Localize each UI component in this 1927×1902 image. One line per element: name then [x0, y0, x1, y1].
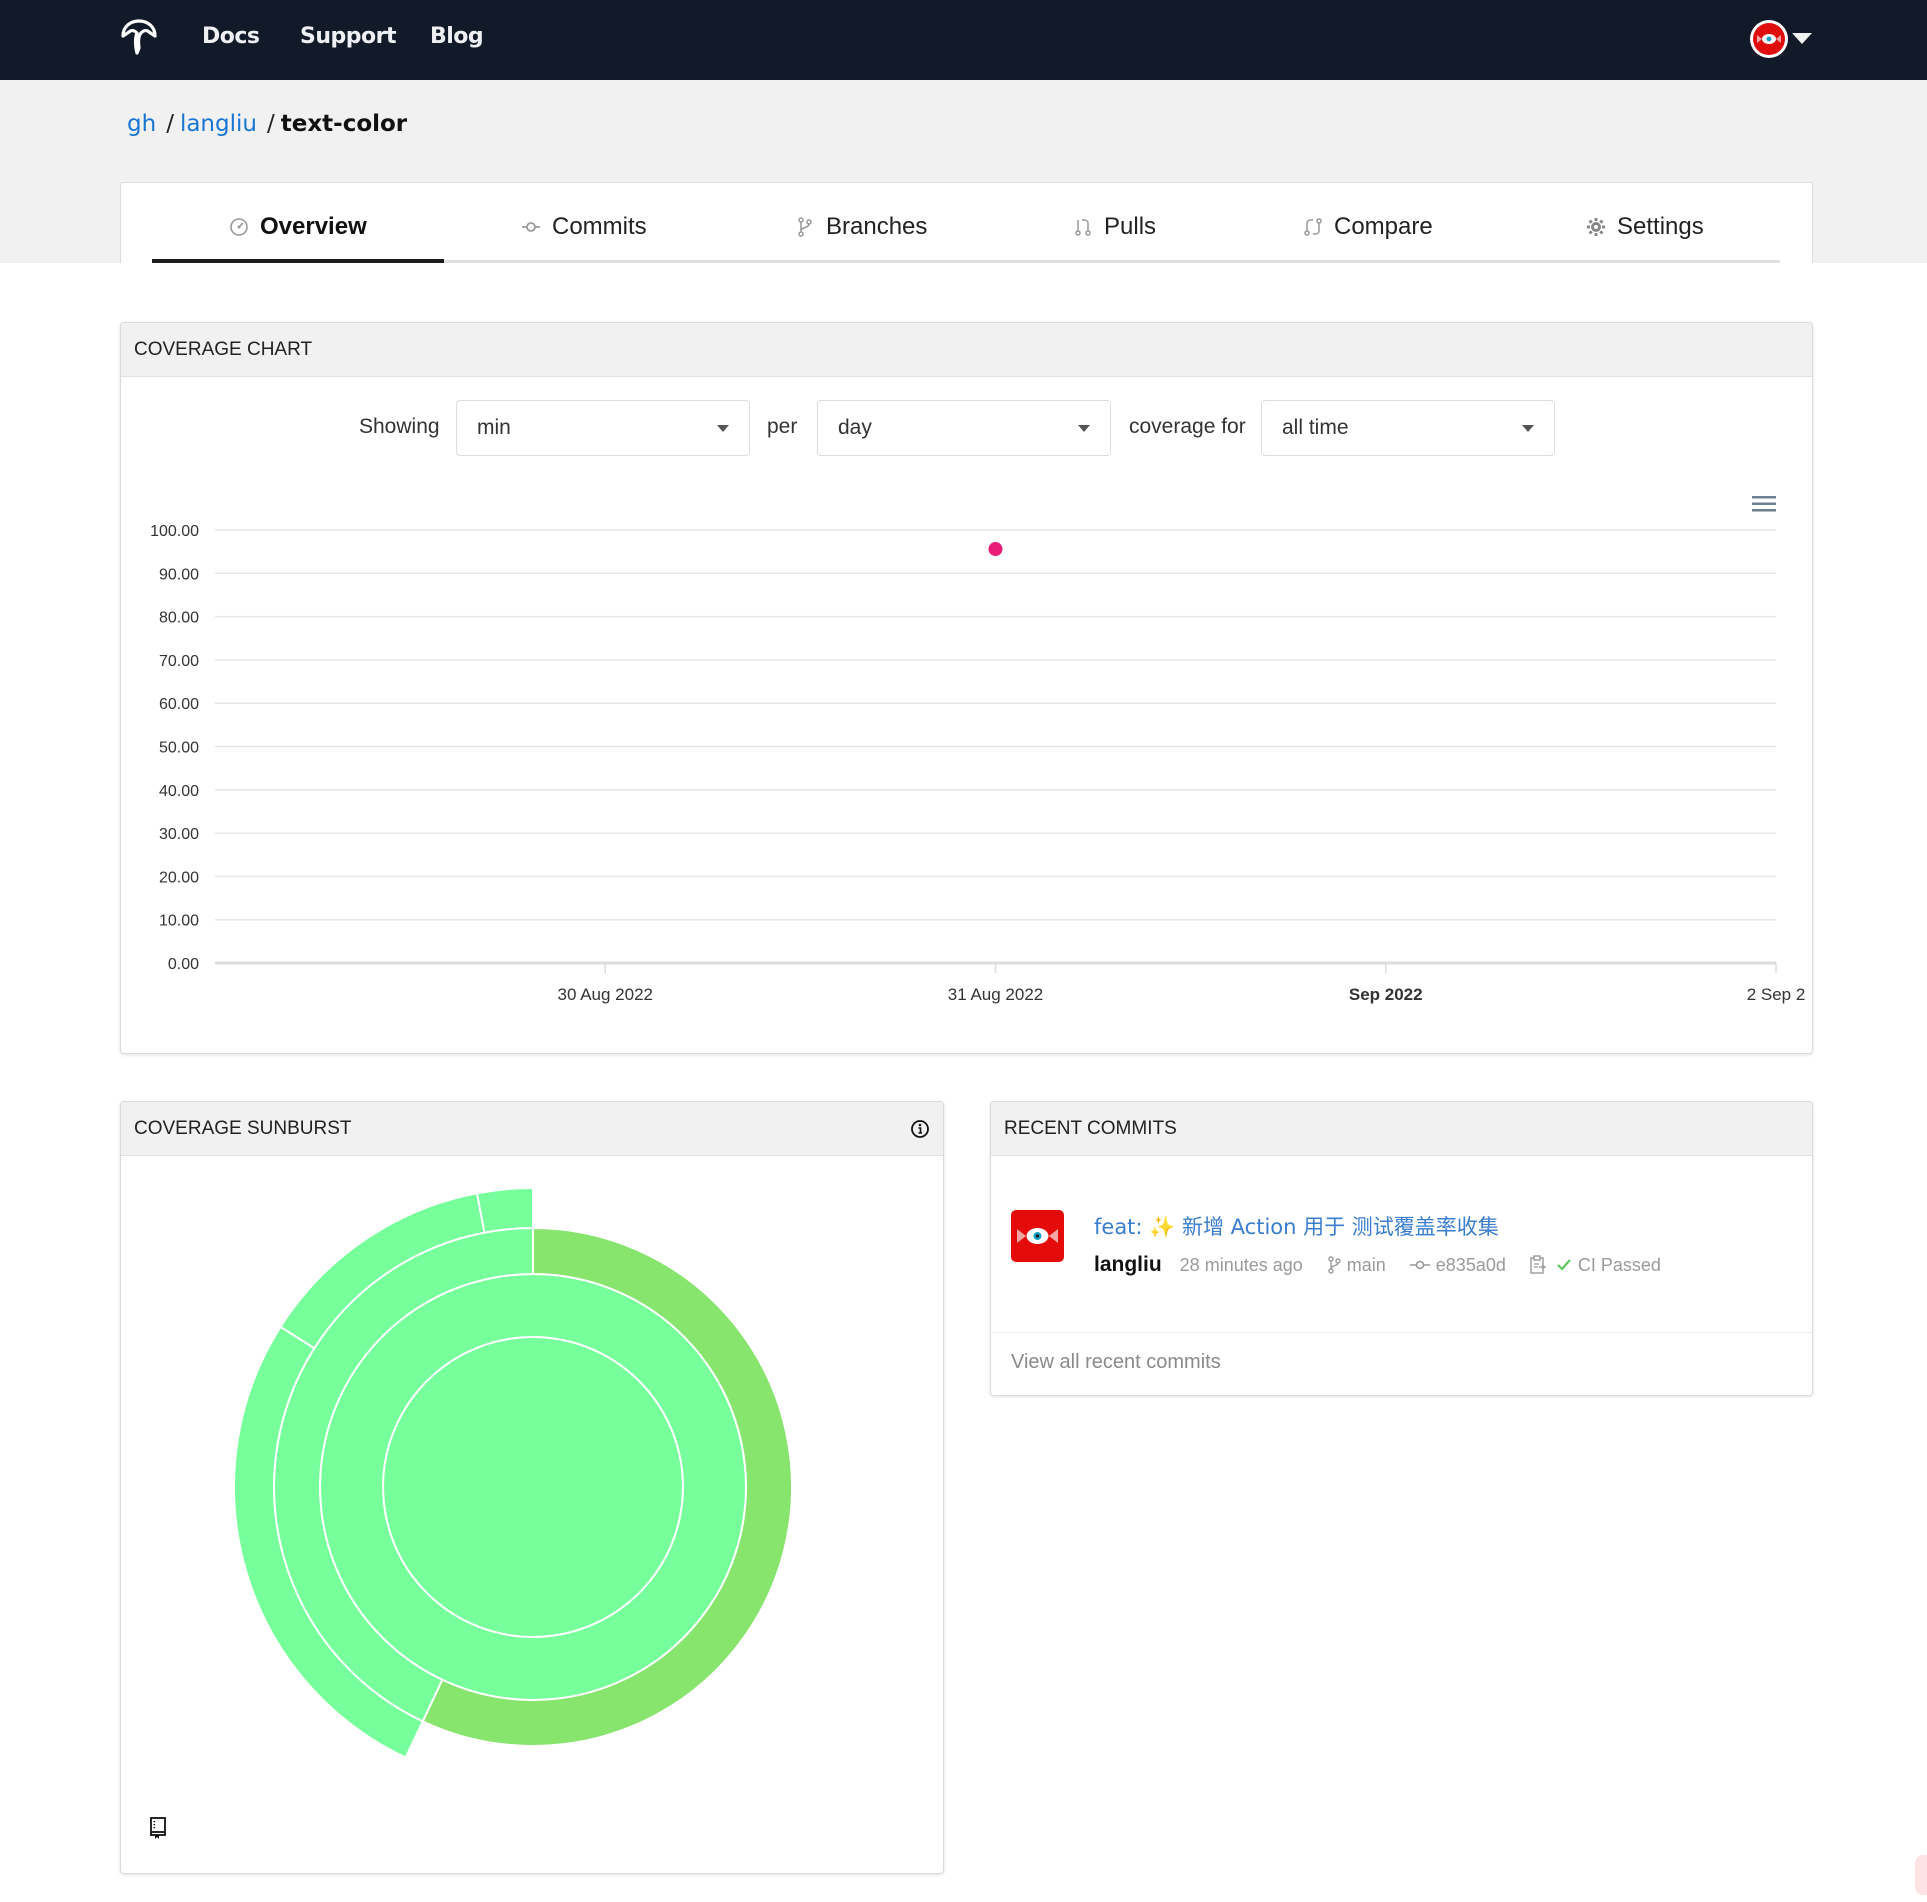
info-circle-icon[interactable]: [910, 1119, 930, 1139]
commit-icon: [1409, 1260, 1430, 1270]
gauge-icon: [230, 218, 248, 236]
commit-time-text: 28 minutes ago: [1179, 1254, 1303, 1275]
aggregate-select-value: min: [477, 416, 511, 439]
tab-active-indicator: [152, 259, 444, 263]
chevron-down-icon: [1078, 424, 1090, 432]
nav-docs-link[interactable]: Docs: [202, 24, 260, 49]
eye-candy-icon: [1757, 34, 1781, 44]
chevron-down-icon: [717, 424, 729, 432]
commit-sha[interactable]: e835a0d: [1409, 1254, 1506, 1276]
timerange-select[interactable]: all time: [1261, 400, 1555, 456]
coverage-chart-header: COVERAGE CHART: [121, 323, 1812, 377]
commit-sha-text: e835a0d: [1435, 1254, 1506, 1275]
aggregate-select[interactable]: min: [456, 400, 750, 456]
commit-icon: [522, 222, 540, 232]
tab-label: Commits: [552, 213, 647, 240]
showing-label: Showing: [359, 415, 440, 438]
tab-pulls[interactable]: Pulls: [1072, 213, 1156, 241]
branch-icon: [798, 217, 812, 237]
ci-status-text: CI Passed: [1577, 1254, 1661, 1275]
commit-author[interactable]: langliu: [1094, 1253, 1162, 1277]
tab-label: Pulls: [1104, 213, 1157, 240]
commit-meta: langliu 28 minutes ago main e835a0d CI P…: [1094, 1253, 1685, 1277]
coverage-for-label: coverage for: [1129, 415, 1246, 438]
tab-label: Branches: [826, 213, 928, 240]
avatar-image: [1753, 23, 1785, 55]
ci-status-badge: CI Passed: [1556, 1255, 1661, 1276]
tab-settings[interactable]: Settings: [1585, 213, 1704, 241]
breadcrumb-repo: text-color: [280, 111, 408, 137]
interval-select[interactable]: day: [817, 400, 1111, 456]
commits-divider: [990, 1332, 1812, 1333]
commit-branch[interactable]: main: [1327, 1255, 1386, 1276]
coverage-data-point[interactable]: [988, 542, 1003, 557]
breadcrumb: gh / langliu / text-color: [127, 111, 407, 137]
commit-time: 28 minutes ago: [1180, 1255, 1303, 1276]
pull-request-icon: [1075, 219, 1091, 236]
clipboard-icon: [1530, 1255, 1546, 1274]
tab-branches[interactable]: Branches: [794, 213, 927, 241]
breadcrumb-separator: /: [266, 111, 275, 137]
view-all-commits-link[interactable]: View all recent commits: [1011, 1351, 1221, 1374]
tab-compare[interactable]: Compare: [1302, 213, 1433, 241]
eye-candy-icon: [1017, 1228, 1058, 1244]
interval-select-value: day: [838, 416, 872, 439]
coverage-sunburst-title: COVERAGE SUNBURST: [134, 1117, 352, 1139]
commit-branch-text: main: [1346, 1254, 1386, 1275]
commit-author-avatar[interactable]: [1011, 1210, 1064, 1262]
tab-label: Compare: [1334, 213, 1433, 240]
feedback-widget-edge[interactable]: [1915, 1855, 1927, 1895]
tab-label: Overview: [260, 213, 367, 240]
copy-sha-button[interactable]: [1530, 1255, 1546, 1275]
recent-commits-title: RECENT COMMITS: [1004, 1117, 1177, 1139]
recent-commits-header: RECENT COMMITS: [991, 1102, 1812, 1156]
sunburst-segment[interactable]: [475, 1186, 534, 1234]
branch-icon: [1328, 1256, 1341, 1274]
tab-commits[interactable]: Commits: [520, 213, 647, 241]
chevron-down-icon: [1522, 424, 1534, 432]
breadcrumb-separator: /: [166, 111, 174, 137]
timerange-select-value: all time: [1282, 416, 1349, 439]
caret-down-icon[interactable]: [1792, 33, 1812, 44]
book-icon[interactable]: [149, 1817, 167, 1839]
coverage-sunburst-header: COVERAGE SUNBURST: [121, 1102, 943, 1156]
compare-icon: [1304, 218, 1322, 236]
top-navbar: Docs Support Blog: [0, 0, 1927, 80]
nav-support-link[interactable]: Support: [300, 24, 396, 49]
breadcrumb-owner[interactable]: langliu: [180, 111, 257, 137]
per-label: per: [767, 415, 798, 438]
check-icon: [1557, 1259, 1571, 1271]
coverage-chart-title: COVERAGE CHART: [134, 338, 313, 360]
breadcrumb-gh[interactable]: gh: [127, 111, 156, 137]
tab-overview[interactable]: Overview: [228, 213, 367, 241]
commit-message-link[interactable]: feat: ✨ 新增 Action 用于 测试覆盖率收集: [1094, 1211, 1499, 1241]
umbrella-logo-icon[interactable]: [119, 18, 159, 58]
tab-label: Settings: [1617, 213, 1704, 240]
user-avatar[interactable]: [1750, 20, 1788, 58]
sunburst-segment[interactable]: [382, 1336, 684, 1638]
hamburger-menu-icon[interactable]: [1752, 495, 1776, 513]
repo-tabs: [120, 182, 1813, 263]
gear-icon: [1587, 218, 1605, 236]
nav-blog-link[interactable]: Blog: [430, 24, 484, 49]
